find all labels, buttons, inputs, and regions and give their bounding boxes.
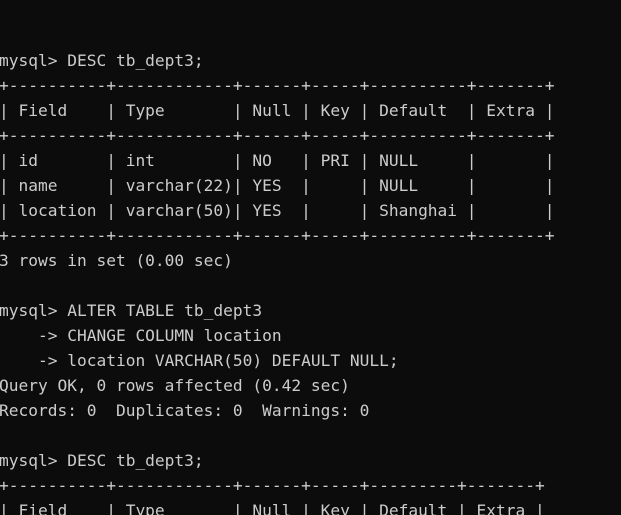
desc-result-table-first-header-row: | Field | Type | Null | Key | Default | … bbox=[0, 101, 555, 120]
terminal-screen: mysql> DESC tb_dept3; +----------+-------… bbox=[0, 48, 620, 515]
desc-result-table-first-header-border: +----------+------------+------+-----+--… bbox=[0, 126, 555, 145]
alter-continuation-1: -> CHANGE COLUMN location bbox=[0, 326, 282, 345]
terminal-window[interactable]: mysql> DESC tb_dept3; +----------+-------… bbox=[0, 0, 621, 515]
alter-continuation-2: -> location VARCHAR(50) DEFAULT NULL; bbox=[0, 351, 399, 370]
desc-tb-dept3-second: mysql> DESC tb_dept3; bbox=[0, 451, 204, 470]
desc-result-table-first-top-border: +----------+------------+------+-----+--… bbox=[0, 76, 555, 95]
desc-result-table-second-top-border: +----------+------------+------+-----+--… bbox=[0, 476, 545, 495]
records-status: Records: 0 Duplicates: 0 Warnings: 0 bbox=[0, 401, 370, 420]
table-row: | id | int | NO | PRI | NULL | | bbox=[0, 151, 555, 170]
desc-result-table-first-bottom-border: +----------+------------+------+-----+--… bbox=[0, 226, 555, 245]
desc-result-table-second-header-row: | Field | Type | Null | Key | Default | … bbox=[0, 501, 545, 515]
alter-table-command: mysql> ALTER TABLE tb_dept3 bbox=[0, 301, 263, 320]
query-ok-status: Query OK, 0 rows affected (0.42 sec) bbox=[0, 376, 350, 395]
table-row: | location | varchar(50)| YES | | Shangh… bbox=[0, 201, 555, 220]
desc-tb-dept3-first: mysql> DESC tb_dept3; bbox=[0, 51, 204, 70]
row-count-status-first: 3 rows in set (0.00 sec) bbox=[0, 251, 233, 270]
table-row: | name | varchar(22)| YES | | NULL | | bbox=[0, 176, 555, 195]
